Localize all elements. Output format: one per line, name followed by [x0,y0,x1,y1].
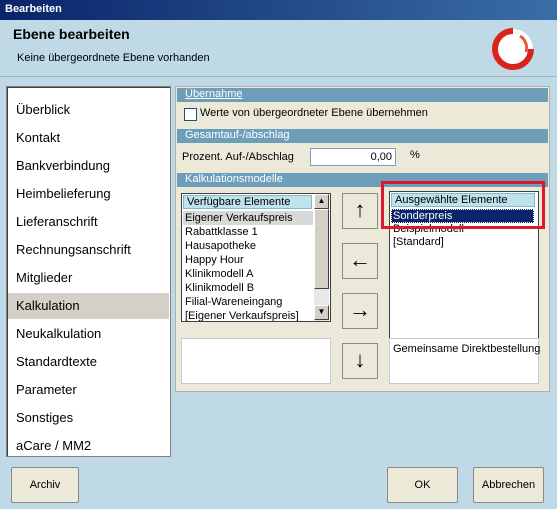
move-right-button[interactable]: → [342,293,378,329]
sidebar-item[interactable]: Rechnungsanschrift [8,237,169,263]
sidebar-item[interactable]: Parameter [8,377,169,403]
available-list-item[interactable]: Rabattklasse 1 [185,225,258,239]
available-list-item[interactable]: Hausapotheke [185,239,256,253]
sidebar-item-label: Mitglieder [16,270,73,285]
sidebar-item-label: Überblick [16,102,71,117]
scroll-down-button[interactable]: ▼ [314,305,329,320]
sidebar-item-label: Parameter [16,382,77,397]
available-list[interactable]: Verfügbare Elemente Eigener Verkaufsprei… [181,193,331,322]
window-title: Bearbeiten [5,3,62,15]
red-o-logo-icon [492,28,534,70]
available-list-item[interactable]: Klinikmodell B [185,281,254,295]
sidebar-item-label: Sonstiges [16,410,74,425]
section-kalkulation-title: Kalkulationsmodelle [185,173,283,185]
archiv-button[interactable]: Archiv [11,467,79,503]
selected-note: Gemeinsame Direktbestellung [393,343,541,355]
abbrechen-button-label: Abbrechen [481,479,536,491]
sidebar-item[interactable]: Kalkulation [8,293,169,319]
available-scrollbar[interactable]: ▲ ▼ [314,194,329,321]
window-titlebar: Bearbeiten [0,0,557,20]
sidebar-item-label: Rechnungsanschrift [16,242,131,257]
sidebar-item[interactable]: Bankverbindung [8,153,169,179]
available-list-item[interactable]: Eigener Verkaufspreis [183,211,313,225]
sidebar-item[interactable]: aCare / MM2 [8,433,169,459]
dialog-header: Ebene bearbeiten Keine übergeordnete Ebe… [0,20,557,77]
sidebar-item-label: Kalkulation [16,298,80,313]
move-down-button[interactable]: ↓ [342,343,378,379]
available-list-item[interactable]: Filial-Wareneingang [185,295,282,309]
section-uebernahme-header: Übernahme [177,88,548,102]
available-list-item[interactable]: Happy Hour [185,253,244,267]
sidebar-item[interactable]: Neukalkulation [8,321,169,347]
sidebar-item-label: Bankverbindung [16,158,110,173]
sidebar-item[interactable]: Mitglieder [8,265,169,291]
ok-button-label: OK [414,479,431,491]
section-gesamtauf-header: Gesamtauf-/abschlag [177,129,548,143]
prozent-label: Prozent. Auf-/Abschlag [182,151,294,163]
sidebar-item[interactable]: Lieferanschrift [8,209,169,235]
sidebar-item-label: aCare / MM2 [16,438,92,453]
sidebar-item-label: Lieferanschrift [16,214,98,229]
percent-unit: % [410,149,420,161]
scroll-up-button[interactable]: ▲ [314,194,329,209]
ok-button[interactable]: OK [387,467,458,503]
arrow-left-icon: ← [349,247,371,272]
section-gesamtauf-title: Gesamtauf-/abschlag [185,129,290,141]
section-uebernahme-title: Übernahme [185,88,243,100]
sidebar-item[interactable]: Sonstiges [8,405,169,431]
sidebar-item-label: Heimbelieferung [16,186,111,201]
sidebar-item[interactable]: Standardtexte [8,349,169,375]
selected-list-item[interactable]: [Standard] [393,235,444,249]
available-info-box [181,338,331,384]
arrow-down-icon: ↓ [354,347,366,372]
arrow-up-icon: ↑ [354,197,366,222]
uebernahme-checkbox[interactable] [184,108,197,121]
selected-info-box: Gemeinsame Direktbestellung [389,338,541,384]
abbrechen-button[interactable]: Abbrechen [473,467,544,503]
available-list-item[interactable]: [Eigener Verkaufspreis] [185,309,299,321]
kalkulation-panel: Übernahme Werte von übergeordneter Ebene… [175,86,550,392]
sidebar-item-label: Kontakt [16,130,61,145]
highlight-box [381,181,545,229]
prozent-input[interactable]: 0,00 [310,148,396,166]
dialog-title: Ebene bearbeiten [13,26,130,42]
move-up-button[interactable]: ↑ [342,193,378,229]
sidebar-item[interactable]: Überblick [8,97,169,123]
sidebar-item-label: Standardtexte [16,354,97,369]
archiv-button-label: Archiv [29,479,61,491]
sidebar-item[interactable]: Heimbelieferung [8,181,169,207]
dialog-subtitle: Keine übergeordnete Ebene vorhanden [17,52,210,64]
available-list-header: Verfügbare Elemente [183,195,312,209]
uebernahme-checkbox-label: Werte von übergeordneter Ebene übernehme… [200,107,428,119]
sidebar-item[interactable]: Kontakt [8,125,169,151]
move-left-button[interactable]: ← [342,243,378,279]
sidebar-item-label: Neukalkulation [16,326,102,341]
arrow-right-icon: → [349,297,371,322]
dialog-body: Überblick Kontakt Bankverbindung Heimbelief… [0,77,557,509]
scroll-thumb[interactable] [314,209,329,289]
sidebar: Überblick Kontakt Bankverbindung Heimbelief… [6,86,171,457]
available-list-item[interactable]: Klinikmodell A [185,267,253,281]
